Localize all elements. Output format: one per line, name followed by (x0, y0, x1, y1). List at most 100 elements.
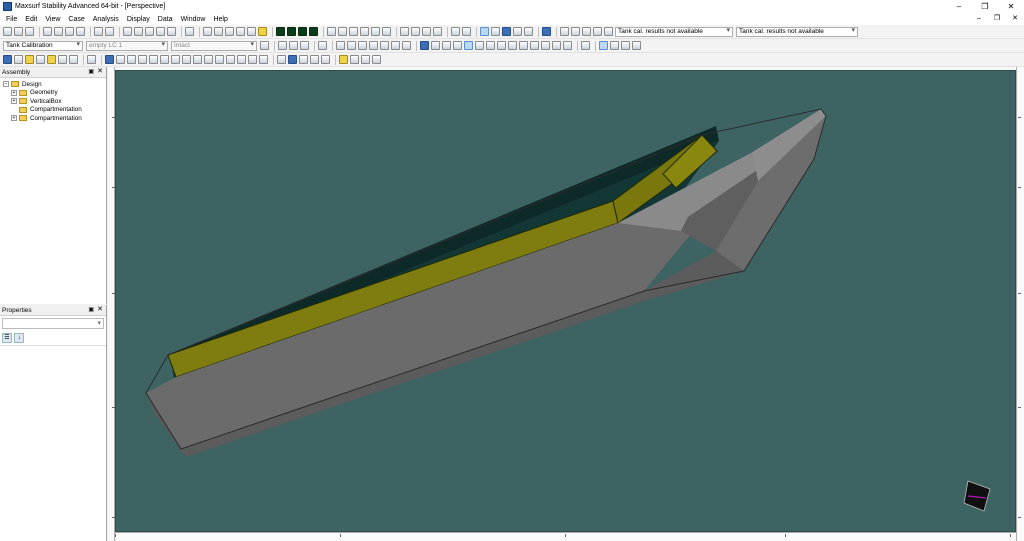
hull-view-4-icon[interactable] (360, 27, 369, 36)
grid-view-3-icon[interactable] (298, 27, 307, 36)
tank-13-icon[interactable] (552, 41, 561, 50)
window-tile-2-icon[interactable] (411, 27, 420, 36)
tree-item-compartmentation[interactable]: Compartmentation (3, 106, 106, 115)
hull-shape-8-icon[interactable] (182, 55, 191, 64)
section-1-icon[interactable] (336, 41, 345, 50)
paste-icon[interactable] (65, 27, 74, 36)
hull-view-5-icon[interactable] (371, 27, 380, 36)
layer-3-icon[interactable] (299, 55, 308, 64)
graph-icon[interactable] (145, 27, 154, 36)
text-icon[interactable] (582, 27, 591, 36)
align-icon[interactable] (372, 55, 381, 64)
start-icon[interactable] (278, 41, 287, 50)
tank-9-icon[interactable] (508, 41, 517, 50)
list-icon[interactable] (94, 27, 103, 36)
view-1-icon[interactable] (599, 41, 608, 50)
mdi-restore-icon[interactable]: ❐ (988, 13, 1006, 25)
tank-7-icon[interactable] (486, 41, 495, 50)
menu-analysis[interactable]: Analysis (93, 16, 119, 23)
tank-4-icon[interactable] (453, 41, 462, 50)
globe-icon[interactable] (542, 27, 551, 36)
zoom-out-icon[interactable] (214, 27, 223, 36)
new-file-icon[interactable] (3, 27, 12, 36)
close-icon[interactable]: ✕ (998, 0, 1024, 13)
tank-cal-status-1-select[interactable]: Tank cal. results not available (615, 26, 733, 37)
display-arrow-icon[interactable] (36, 55, 45, 64)
save-icon[interactable] (25, 27, 34, 36)
rotate-icon[interactable] (236, 27, 245, 36)
damage-case-select[interactable]: Intact (171, 40, 257, 51)
open-file-icon[interactable] (14, 27, 23, 36)
fluid-icon[interactable] (318, 41, 327, 50)
close-icon[interactable]: ✕ (97, 305, 103, 313)
hull-shape-1-icon[interactable] (105, 55, 114, 64)
section-6-icon[interactable] (391, 41, 400, 50)
copy-icon[interactable] (54, 27, 63, 36)
hull-view-6-icon[interactable] (382, 27, 391, 36)
pan-hand-icon[interactable] (225, 27, 234, 36)
section-5-icon[interactable] (380, 41, 389, 50)
hull-shape-9-icon[interactable] (193, 55, 202, 64)
analysis-mode-select[interactable]: Tank Calibration (3, 40, 83, 51)
alphabetical-icon[interactable]: ↓ (14, 333, 24, 343)
layer-1-icon[interactable] (277, 55, 286, 64)
perspective-viewport[interactable] (115, 70, 1016, 532)
hull-shape-7-icon[interactable] (171, 55, 180, 64)
tree-item-verticalbox[interactable]: + VerticalBox (3, 97, 106, 106)
view-3-icon[interactable] (621, 41, 630, 50)
display-sun-icon[interactable] (47, 55, 56, 64)
mdi-close-icon[interactable]: ✕ (1006, 13, 1024, 25)
measure-icon[interactable] (462, 27, 471, 36)
categorized-icon[interactable]: ☰ (2, 333, 12, 343)
window-tile-4-icon[interactable] (433, 27, 442, 36)
home-view-icon[interactable] (247, 27, 256, 36)
properties-object-select[interactable] (2, 318, 104, 329)
hull-shape-6-icon[interactable] (160, 55, 169, 64)
run-analysis-icon[interactable] (260, 41, 269, 50)
view-4-icon[interactable] (632, 41, 641, 50)
tree-item-geometry[interactable]: + Geometry (3, 89, 106, 98)
settings-icon[interactable] (604, 27, 613, 36)
display-key-icon[interactable] (69, 55, 78, 64)
layer-4-icon[interactable] (310, 55, 319, 64)
expand-icon[interactable]: + (11, 115, 17, 122)
sort-icon[interactable] (123, 27, 132, 36)
pin-icon[interactable]: ▣ (88, 306, 94, 313)
display-options-icon[interactable] (87, 55, 96, 64)
close-icon[interactable]: ✕ (97, 67, 103, 75)
hull-view-1-icon[interactable] (327, 27, 336, 36)
tank-8-icon[interactable] (497, 41, 506, 50)
grid-view-icon[interactable] (276, 27, 285, 36)
hull-shape-15-icon[interactable] (259, 55, 268, 64)
view-2-icon[interactable] (610, 41, 619, 50)
section-4-icon[interactable] (369, 41, 378, 50)
pin-icon[interactable]: ▣ (88, 68, 94, 75)
grid-view-4-icon[interactable] (309, 27, 318, 36)
grid-icon[interactable] (581, 41, 590, 50)
report-icon[interactable] (156, 27, 165, 36)
hull-shape-5-icon[interactable] (149, 55, 158, 64)
mdi-minimize-icon[interactable]: – (970, 13, 988, 25)
menu-display[interactable]: Display (127, 16, 150, 23)
shade-4-icon[interactable] (513, 27, 522, 36)
shade-1-icon[interactable] (480, 27, 489, 36)
hull-shape-11-icon[interactable] (215, 55, 224, 64)
tank-11-icon[interactable] (530, 41, 539, 50)
tank-12-icon[interactable] (541, 41, 550, 50)
display-wire-icon[interactable] (14, 55, 23, 64)
ruler-icon[interactable] (361, 55, 370, 64)
minimize-icon[interactable]: – (946, 0, 972, 13)
section-2-icon[interactable] (347, 41, 356, 50)
layer-5-icon[interactable] (321, 55, 330, 64)
tank-10-icon[interactable] (519, 41, 528, 50)
hull-shape-12-icon[interactable] (226, 55, 235, 64)
display-arrow-2-icon[interactable] (58, 55, 67, 64)
columns-icon[interactable] (134, 27, 143, 36)
page-icon[interactable] (167, 27, 176, 36)
menu-data[interactable]: Data (158, 16, 173, 23)
zoom-in-icon[interactable] (203, 27, 212, 36)
window-icon[interactable] (185, 27, 194, 36)
hull-view-2-icon[interactable] (338, 27, 347, 36)
highlight-icon[interactable] (258, 27, 267, 36)
tank-2-icon[interactable] (431, 41, 440, 50)
